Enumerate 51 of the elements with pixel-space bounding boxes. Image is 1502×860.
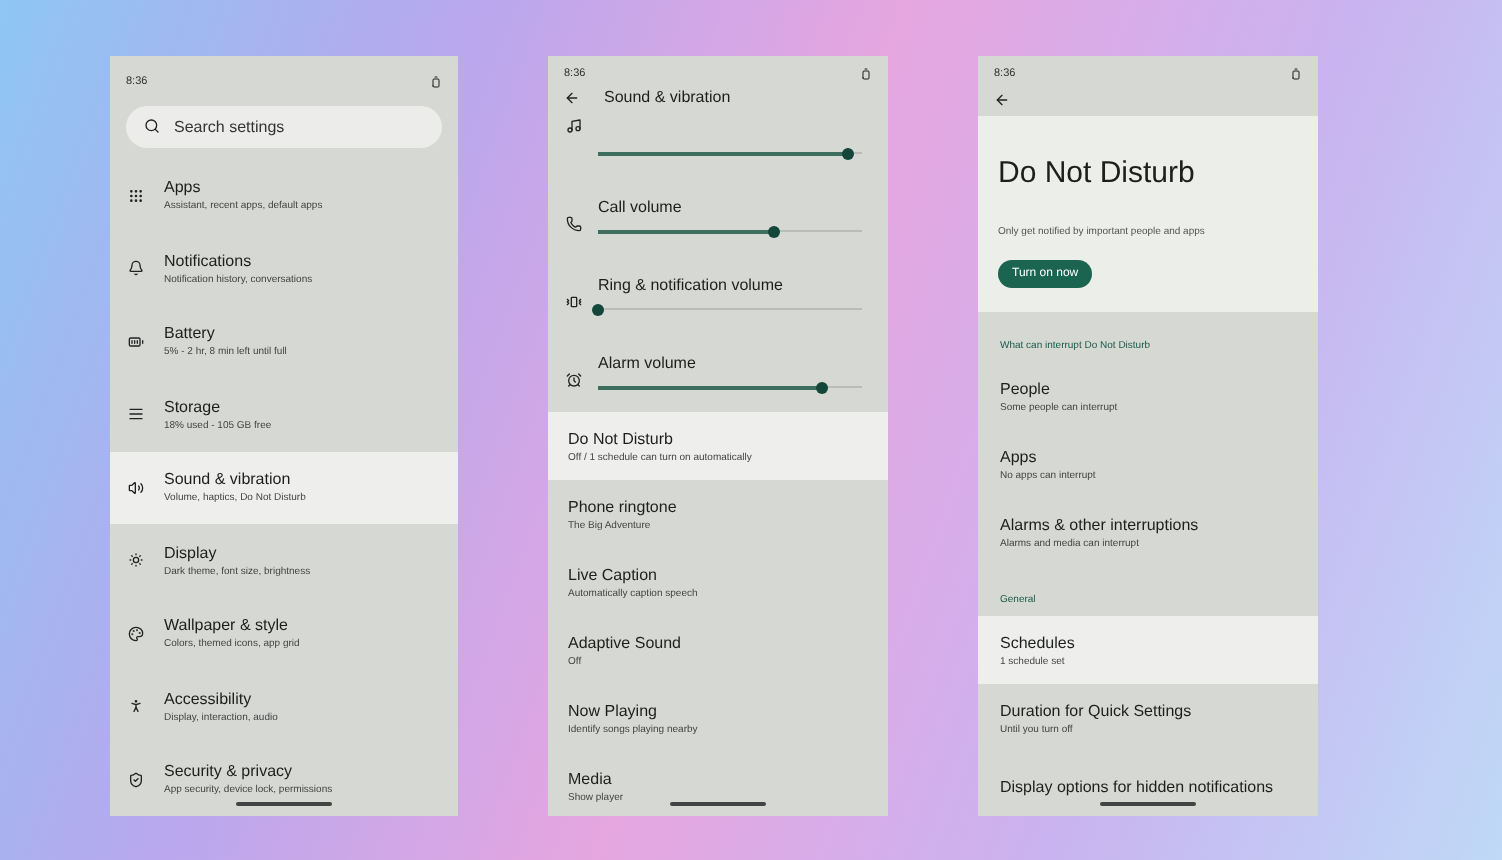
item-title: Apps bbox=[1000, 447, 1039, 465]
item-title: Battery bbox=[164, 324, 217, 343]
battery-icon bbox=[430, 75, 442, 88]
item-title: Duration for Quick Settings bbox=[1000, 701, 1192, 719]
screen-title: Sound & vibration bbox=[604, 88, 731, 106]
shield-icon bbox=[128, 771, 144, 788]
item-title: Live Caption bbox=[568, 565, 659, 583]
person-icon bbox=[128, 698, 144, 715]
settings-item[interactable]: Display options for hidden notifications bbox=[978, 752, 1318, 816]
item-title: Phone ringtone bbox=[568, 497, 677, 515]
back-icon[interactable] bbox=[564, 89, 580, 105]
item-title: Alarms & other interruptions bbox=[1000, 515, 1199, 533]
item-title: Adaptive Sound bbox=[568, 633, 681, 651]
item-title: Sound & vibration bbox=[164, 470, 293, 489]
search-field[interactable]: Search settings bbox=[126, 106, 442, 147]
alarm-clock-icon bbox=[566, 372, 582, 388]
item-title: Storage bbox=[164, 397, 223, 416]
battery-icon bbox=[860, 68, 872, 80]
item-title: Accessibility bbox=[164, 689, 254, 708]
slider-thumb[interactable] bbox=[768, 225, 781, 237]
slider-label: Alarm volume bbox=[598, 354, 698, 372]
page-title: Do Not Disturb bbox=[998, 156, 1195, 190]
slider-label: Ring & notification volume bbox=[598, 276, 785, 294]
storage-icon bbox=[128, 406, 144, 423]
bell-icon bbox=[128, 260, 144, 277]
item-title: Now Playing bbox=[568, 701, 659, 719]
item-title: Schedules bbox=[1000, 633, 1075, 651]
speaker-icon bbox=[128, 479, 144, 496]
grid-icon bbox=[128, 187, 144, 204]
item-title: People bbox=[1000, 379, 1052, 397]
search-icon bbox=[144, 118, 160, 135]
phone-icon bbox=[566, 216, 582, 232]
brightness-icon bbox=[128, 552, 144, 569]
item-title: Media bbox=[568, 769, 614, 787]
vibrate-icon bbox=[566, 294, 582, 310]
slider-label: Call volume bbox=[598, 198, 684, 216]
item-title: Display bbox=[164, 543, 219, 562]
item-title: Do Not Disturb bbox=[568, 429, 675, 447]
item-title: Security & privacy bbox=[164, 762, 295, 781]
battery-icon bbox=[128, 333, 144, 350]
slider-thumb[interactable] bbox=[592, 303, 604, 315]
back-icon[interactable] bbox=[994, 92, 1010, 108]
music-note-icon bbox=[566, 118, 582, 134]
item-title: Apps bbox=[164, 178, 203, 197]
slider-thumb[interactable] bbox=[842, 147, 855, 159]
slider-thumb[interactable] bbox=[816, 381, 829, 393]
item-title: Notifications bbox=[164, 251, 254, 270]
palette-icon bbox=[128, 625, 144, 642]
item-title: Wallpaper & style bbox=[164, 616, 290, 635]
item-title: Display options for hidden notifications bbox=[1000, 777, 1274, 795]
battery-icon bbox=[1290, 68, 1302, 80]
